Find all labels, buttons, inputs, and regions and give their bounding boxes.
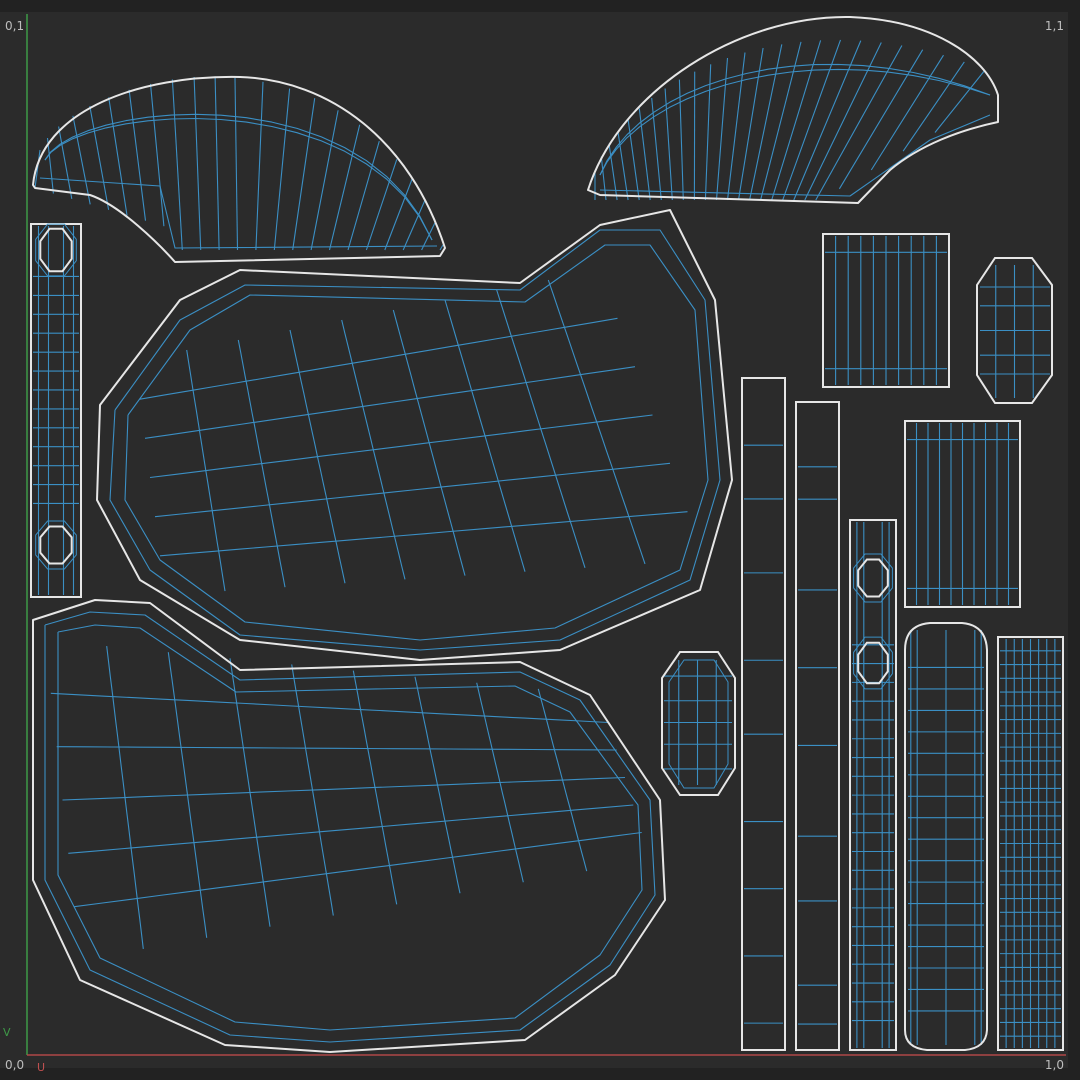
right-border-band [1068, 0, 1080, 1080]
uv-island-oval-small-right[interactable] [976, 257, 1053, 404]
corner-label-bottom-right: 1,0 [1044, 1058, 1064, 1072]
uv-island-cap-top-left[interactable] [32, 75, 446, 263]
uv-editor-viewport[interactable]: 0,1 1,1 0,0 1,0 V U [0, 0, 1080, 1080]
uv-island-strip-3-holes[interactable] [849, 519, 897, 1051]
uv-island-strip-1[interactable] [741, 377, 786, 1051]
corner-label-top-right: 1,1 [1044, 19, 1064, 33]
uv-island-shell-lower[interactable] [32, 599, 666, 1053]
uv-island-cap-top-right[interactable] [587, 15, 999, 204]
uv-island-panel-mid[interactable] [904, 420, 1021, 608]
uv-island-oval-small-left[interactable] [661, 651, 736, 796]
v-axis-label: V [3, 1026, 11, 1039]
corner-label-top-left: 0,1 [5, 19, 25, 33]
uv-islands-layer[interactable] [30, 15, 1064, 1053]
uv-island-bar-rounded[interactable] [904, 622, 988, 1051]
bottom-border-band [0, 1068, 1080, 1080]
uv-island-strip-dense[interactable] [997, 636, 1064, 1051]
uv-island-strip-2[interactable] [795, 401, 840, 1051]
uv-island-shell-upper[interactable] [96, 209, 733, 661]
corner-label-bottom-left: 0,0 [5, 1058, 25, 1072]
uv-island-strap-left[interactable] [30, 223, 82, 598]
uv-island-panel-top[interactable] [822, 233, 950, 388]
uv-canvas[interactable] [0, 0, 1080, 1080]
u-axis-label: U [37, 1061, 46, 1074]
top-border-band [0, 0, 1080, 12]
